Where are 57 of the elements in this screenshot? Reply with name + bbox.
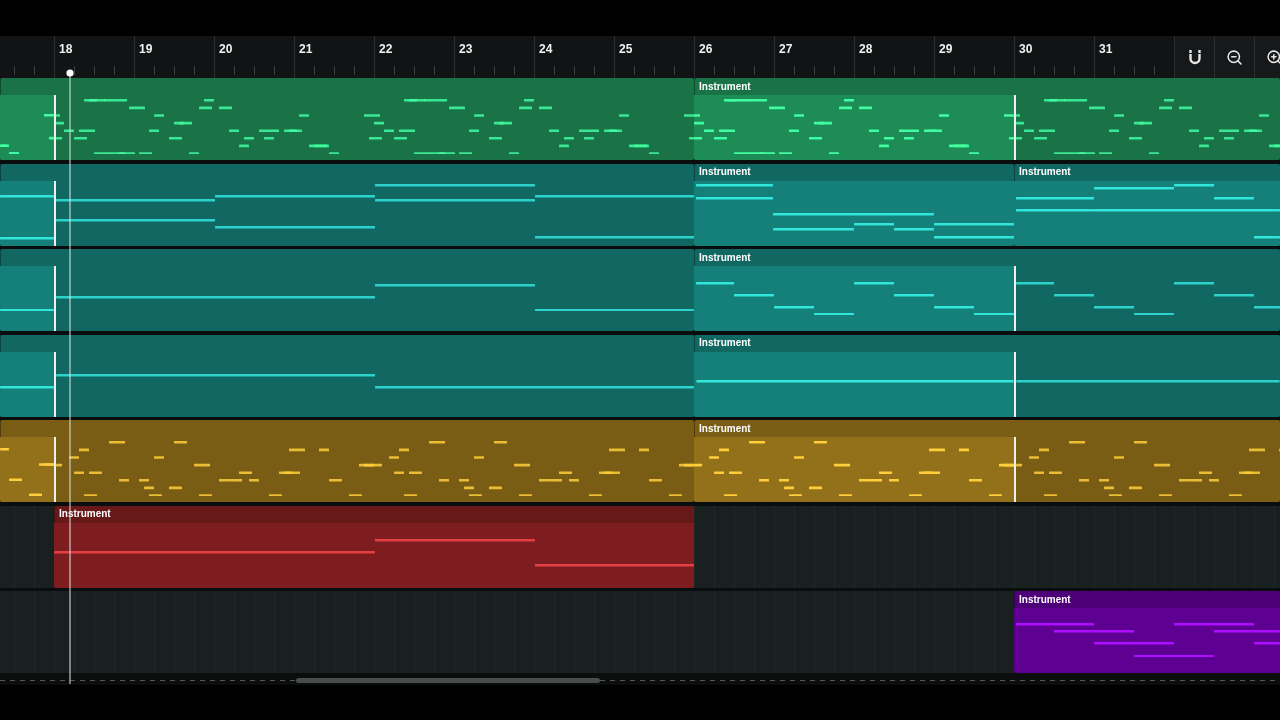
midi-clip[interactable]: Instrument xyxy=(694,420,1280,502)
zoom-out-button[interactable] xyxy=(1214,36,1254,78)
midi-notes-drawing xyxy=(0,308,54,312)
midi-clip[interactable] xyxy=(0,334,694,417)
clip-name: Instrument xyxy=(59,508,111,520)
loop-marker xyxy=(1014,266,1016,331)
timeline-ruler[interactable]: 18 19 20 21 22 23 24 25 26 27 28 29 30 31 xyxy=(0,36,1280,78)
midi-notes-drawing xyxy=(0,113,54,155)
bar-number: 21 xyxy=(299,42,313,56)
midi-clip[interactable]: Instrument xyxy=(694,78,1280,160)
bar-number: 27 xyxy=(779,42,793,56)
loop-marker xyxy=(54,180,56,246)
clip-name: Instrument xyxy=(1019,593,1071,606)
loop-marker xyxy=(54,266,56,331)
midi-clip[interactable] xyxy=(0,420,694,502)
bar-number: 18 xyxy=(59,42,73,56)
midi-clip[interactable] xyxy=(0,249,694,331)
midi-clip[interactable]: Instrument xyxy=(694,334,1280,417)
midi-notes-drawing xyxy=(0,386,54,389)
bar-number: 20 xyxy=(219,42,233,56)
bar-number: 19 xyxy=(139,42,153,56)
bar-number: 23 xyxy=(459,42,473,56)
bar-number: 22 xyxy=(379,42,393,56)
clip-name: Instrument xyxy=(699,422,751,435)
loop-marker xyxy=(1014,351,1016,417)
bar-number: 25 xyxy=(619,42,633,56)
scrollbar-track[interactable] xyxy=(0,673,1280,685)
clip-name: Instrument xyxy=(699,80,751,93)
midi-notes-drawing xyxy=(0,448,54,497)
clip-name: Instrument xyxy=(1019,166,1071,178)
midi-clip[interactable] xyxy=(0,78,694,160)
midi-clip[interactable]: Instrument xyxy=(694,163,1014,246)
bar-number: 24 xyxy=(539,42,553,56)
scrollbar-thumb[interactable] xyxy=(296,678,600,683)
loop-marker xyxy=(54,437,56,502)
midi-clip[interactable] xyxy=(0,163,694,246)
clip-name: Instrument xyxy=(699,251,751,264)
bar-number: 28 xyxy=(859,42,873,56)
midi-clip[interactable]: Instrument xyxy=(1014,591,1280,673)
bar-number: 31 xyxy=(1099,42,1113,56)
snap-button[interactable] xyxy=(1174,36,1214,78)
midi-clip[interactable]: Instrument xyxy=(694,249,1280,331)
bar-number: 26 xyxy=(699,42,713,56)
midi-clip[interactable]: Instrument xyxy=(54,505,694,588)
loop-marker xyxy=(54,351,56,417)
bar-number: 30 xyxy=(1019,42,1033,56)
midi-notes-drawing xyxy=(0,195,54,240)
zoom-out-icon xyxy=(1226,48,1243,66)
midi-clip[interactable]: Instrument xyxy=(1014,163,1280,246)
magnet-icon xyxy=(1187,48,1202,66)
bar-number: 29 xyxy=(939,42,953,56)
loop-marker xyxy=(1014,95,1016,160)
zoom-in-icon xyxy=(1266,48,1280,66)
loop-marker xyxy=(1014,437,1016,502)
clip-name: Instrument xyxy=(699,337,751,349)
loop-marker xyxy=(54,95,56,160)
clip-name: Instrument xyxy=(699,166,751,178)
